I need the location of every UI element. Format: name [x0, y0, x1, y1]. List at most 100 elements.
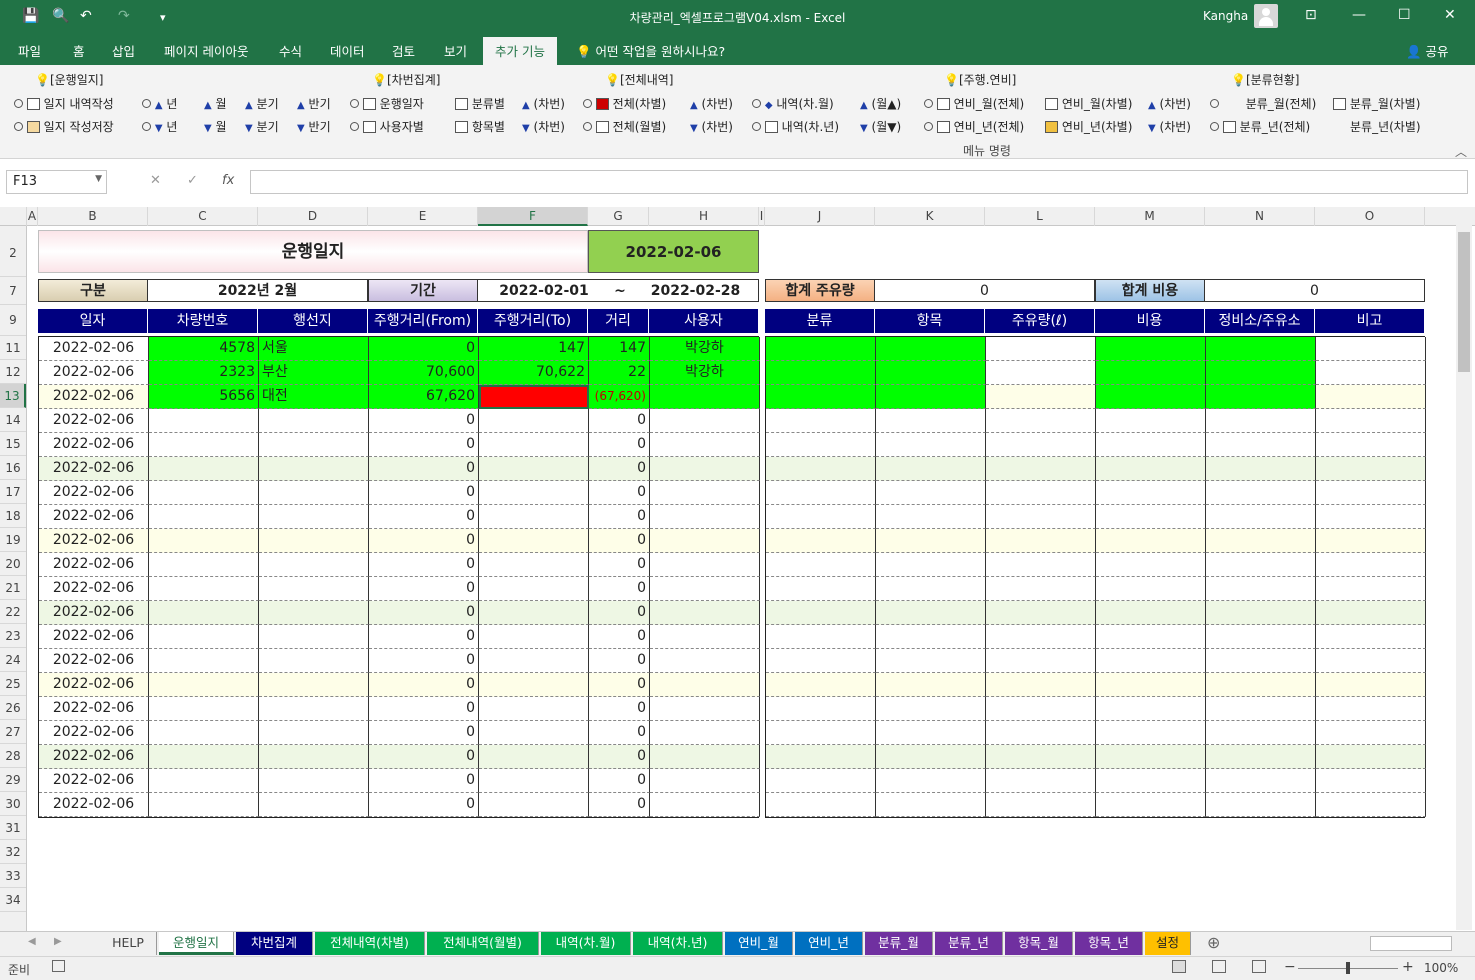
log-cell-dest[interactable] [259, 649, 369, 673]
expense-cell[interactable] [766, 529, 876, 553]
expense-cell[interactable] [766, 769, 876, 793]
expense-cell[interactable] [876, 529, 986, 553]
log-cell-user[interactable]: 박강하 [650, 361, 760, 385]
vertical-scrollbar[interactable] [1456, 210, 1472, 930]
sheet-tab[interactable]: 항목_월 [1005, 932, 1073, 955]
sheet-tab[interactable]: 전체내역(월별) [427, 932, 539, 955]
cancel-icon[interactable]: ✕ [150, 173, 161, 188]
expense-cell[interactable] [986, 721, 1096, 745]
log-cell-from[interactable]: 0 [369, 673, 479, 697]
category-year-all-button[interactable]: 분류_년(전체) [1210, 118, 1310, 135]
row-header[interactable]: 34 [0, 888, 26, 912]
expense-cell[interactable] [876, 457, 986, 481]
expense-cell[interactable] [876, 601, 986, 625]
expense-cell[interactable] [1316, 553, 1426, 577]
expense-cell[interactable] [1316, 745, 1426, 769]
normal-view-icon[interactable] [1172, 960, 1186, 973]
sheet-tab[interactable]: HELP [100, 932, 157, 955]
sheet-tab[interactable]: 설정 [1145, 932, 1191, 955]
log-cell-to[interactable] [479, 433, 589, 457]
expense-cell[interactable] [766, 697, 876, 721]
log-cell-user[interactable] [650, 673, 760, 697]
log-save-button[interactable]: 일지 작성저장 [14, 118, 114, 135]
macro-record-icon[interactable] [52, 960, 65, 972]
expense-cell[interactable] [1206, 337, 1316, 361]
expense-cell[interactable] [766, 601, 876, 625]
column-header[interactable]: N [1205, 207, 1315, 226]
add-sheet-icon[interactable]: ⊕ [1207, 933, 1220, 952]
log-cell-to[interactable] [479, 697, 589, 721]
column-header[interactable]: G [588, 207, 649, 226]
expense-cell[interactable] [1096, 793, 1206, 817]
log-cell-to[interactable] [479, 409, 589, 433]
expense-cell[interactable] [1316, 577, 1426, 601]
by-user-button[interactable]: 사용자별 [350, 118, 424, 135]
log-cell-dest[interactable] [259, 721, 369, 745]
log-cell-user[interactable] [650, 601, 760, 625]
half-down-button[interactable]: ▼ 반기 [297, 118, 331, 135]
log-cell-car[interactable] [149, 409, 259, 433]
mileage-month-all-button[interactable]: 연비_월(전체) [924, 95, 1024, 112]
log-cell-from[interactable]: 70,600 [369, 361, 479, 385]
expense-cell[interactable] [1206, 673, 1316, 697]
row-header[interactable]: 20 [0, 552, 26, 576]
log-cell-user[interactable] [650, 649, 760, 673]
expense-cell[interactable] [1206, 745, 1316, 769]
log-cell-dest[interactable] [259, 793, 369, 817]
column-header[interactable]: L [985, 207, 1095, 226]
expense-cell[interactable] [1206, 529, 1316, 553]
log-cell-dist[interactable]: (67,620) [589, 385, 650, 409]
log-cell-car[interactable] [149, 793, 259, 817]
expense-cell[interactable] [876, 361, 986, 385]
log-cell-dist[interactable]: 0 [589, 793, 650, 817]
column-header-selected[interactable]: F [478, 207, 588, 226]
expense-cell[interactable] [986, 361, 1096, 385]
formula-input[interactable] [250, 170, 1468, 194]
year-down-button[interactable]: ▼ 년 [142, 118, 177, 135]
log-cell-to[interactable] [479, 505, 589, 529]
month-sort-up-button[interactable]: ▲ (월▲) [860, 95, 901, 112]
log-cell-car[interactable] [149, 457, 259, 481]
expense-cell[interactable] [1096, 649, 1206, 673]
category-year-car-button[interactable]: 분류_년(차별) [1350, 118, 1421, 135]
log-cell-to[interactable] [479, 601, 589, 625]
mileage-car-up-button[interactable]: ▲ (차번) [1148, 95, 1191, 112]
log-cell-date[interactable]: 2022-02-06 [39, 385, 149, 409]
expense-cell[interactable] [1096, 745, 1206, 769]
expense-cell[interactable] [986, 457, 1096, 481]
expense-cell[interactable] [766, 793, 876, 817]
log-cell-user[interactable] [650, 505, 760, 529]
log-cell-to[interactable] [479, 649, 589, 673]
expense-cell[interactable] [1316, 769, 1426, 793]
sheet-tab[interactable]: 내역(차.월) [541, 932, 631, 955]
period-from[interactable]: 2022-02-01 [489, 280, 599, 302]
log-cell-dist[interactable]: 0 [589, 625, 650, 649]
expense-cell[interactable] [766, 337, 876, 361]
mileage-year-car-button[interactable]: 연비_년(차별) [1045, 118, 1132, 135]
log-cell-from[interactable]: 0 [369, 577, 479, 601]
expense-cell[interactable] [1316, 385, 1426, 409]
expense-cell[interactable] [876, 577, 986, 601]
expense-cell[interactable] [766, 385, 876, 409]
log-cell-to[interactable] [479, 577, 589, 601]
mileage-year-all-button[interactable]: 연비_년(전체) [924, 118, 1024, 135]
expense-cell[interactable] [986, 673, 1096, 697]
quarter-up-button[interactable]: ▲ 분기 [245, 95, 279, 112]
expense-cell[interactable] [876, 793, 986, 817]
column-header[interactable]: H [649, 207, 759, 226]
row-header[interactable]: 14 [0, 408, 26, 432]
expense-cell[interactable] [1096, 673, 1206, 697]
expense-cell[interactable] [1096, 697, 1206, 721]
expense-cell[interactable] [876, 553, 986, 577]
sheet-tab[interactable]: 운행일지 [159, 932, 234, 955]
expense-cell[interactable] [766, 649, 876, 673]
column-header[interactable]: B [38, 207, 148, 226]
log-cell-date[interactable]: 2022-02-06 [39, 529, 149, 553]
log-cell-car[interactable] [149, 625, 259, 649]
log-cell-dest[interactable] [259, 745, 369, 769]
log-cell-to[interactable] [479, 529, 589, 553]
mileage-month-car-button[interactable]: 연비_월(차별) [1045, 95, 1132, 112]
log-cell-car[interactable]: 2323 [149, 361, 259, 385]
all-by-car-button[interactable]: 전체(차별) [583, 95, 666, 112]
log-write-button[interactable]: 일지 내역작성 [14, 95, 114, 112]
